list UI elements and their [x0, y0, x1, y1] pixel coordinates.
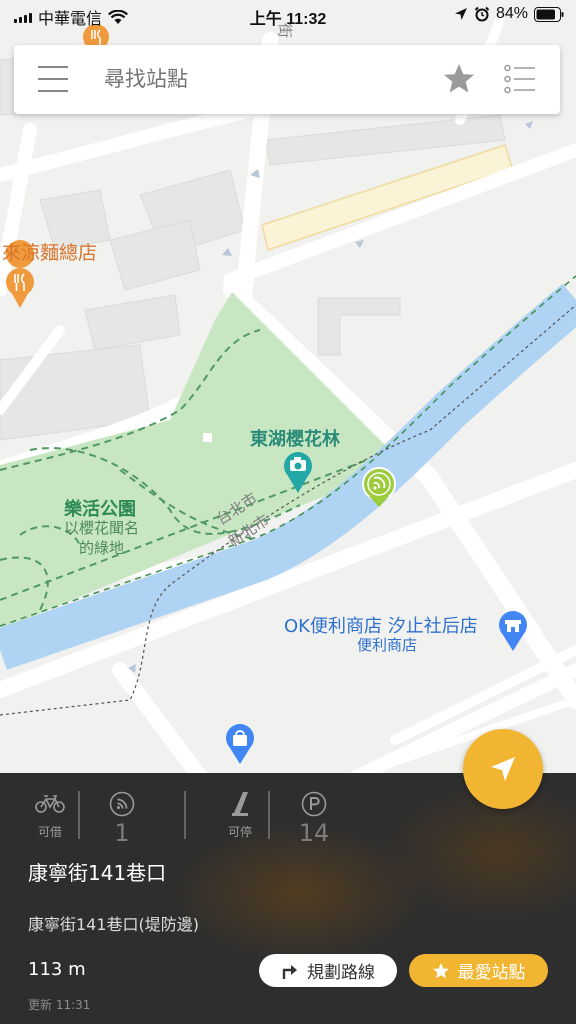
rentable-count: 1 [114, 819, 130, 847]
restaurant-label[interactable]: 來涼麵總店 [2, 238, 97, 265]
divider [78, 791, 80, 839]
parking-icon [284, 789, 344, 819]
favorites-star-icon[interactable] [442, 62, 476, 96]
update-time: 更新 11:31 [28, 998, 91, 1012]
battery-percent: 84% [495, 5, 528, 22]
search-bar [14, 45, 560, 114]
blossom-forest-label[interactable]: 東湖櫻花林 [250, 425, 340, 451]
status-bar: 中華電信 上午 11:32 84% [0, 0, 576, 30]
rentable-stat: 可借 [20, 789, 80, 840]
location-arrow-icon [454, 8, 467, 20]
list-view-icon[interactable] [504, 64, 536, 94]
status-right-group: 84% [454, 5, 564, 23]
map-view[interactable]: 來涼麵總店 東湖櫻花林 樂活公園 以櫻花聞名 的綠地 台北市 新北市 OK便利商… [0, 0, 576, 790]
rentable-label: 可借 [37, 825, 62, 839]
station-name: 康寧街141巷口 [28, 861, 167, 885]
favorite-station-button[interactable]: 最愛站點 [409, 954, 548, 987]
returnable-count-stat: 14 [284, 789, 344, 847]
divider [268, 791, 270, 839]
store-category-label: 便利商店 [357, 636, 418, 654]
station-signal-icon [92, 789, 152, 819]
divider [184, 791, 186, 839]
map-canvas[interactable] [0, 0, 576, 790]
alarm-icon [474, 6, 490, 22]
battery-icon [534, 6, 564, 22]
park-description: 以櫻花聞名 的綠地 [64, 518, 139, 558]
bike-stand-icon [210, 789, 270, 819]
navigation-arrow-icon [491, 757, 515, 781]
menu-line-2 [38, 78, 68, 80]
returnable-count: 14 [298, 819, 330, 847]
park-description-line-1: 以櫻花聞名 [64, 519, 140, 537]
plan-route-button[interactable]: 規劃路線 [259, 954, 397, 987]
star-icon [432, 962, 449, 978]
menu-line-1 [38, 66, 68, 68]
menu-button[interactable] [38, 66, 68, 94]
search-input[interactable] [104, 67, 404, 91]
rentable-count-stat: 1 [92, 789, 152, 847]
favorite-station-label: 最愛站點 [457, 963, 526, 983]
turn-right-arrow-icon [282, 964, 297, 979]
returnable-stat: 可停 [210, 789, 270, 840]
park-description-line-2: 的綠地 [79, 539, 125, 557]
bicycle-icon [20, 789, 80, 819]
menu-line-3 [38, 90, 68, 92]
returnable-label: 可停 [227, 825, 252, 839]
locate-me-button[interactable] [463, 729, 543, 809]
station-address: 康寧街141巷口(堤防邊) [28, 915, 200, 934]
station-distance: 113 m [28, 959, 86, 980]
station-info-panel: 可借 1 可停 14 康寧街141巷口 康寧街141巷口(堤防邊) 113 m … [0, 773, 576, 1024]
plan-route-label: 規劃路線 [307, 963, 375, 983]
